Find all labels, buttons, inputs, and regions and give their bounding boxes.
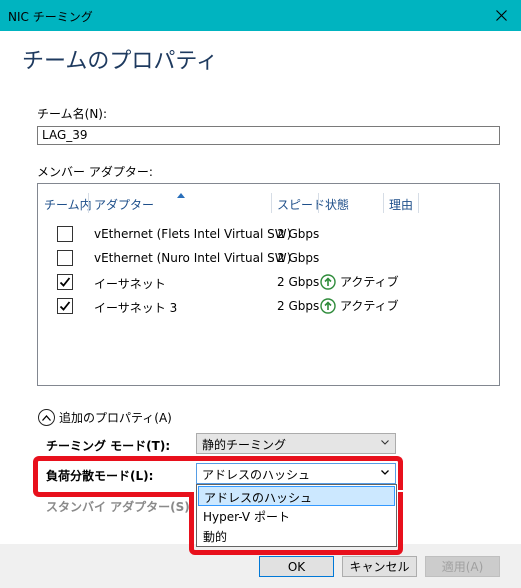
column-separator [418, 193, 419, 213]
checkmark-icon [59, 301, 71, 311]
up-arrow-circle-icon [320, 273, 336, 290]
standby-adapter-label: スタンバイ アダプター(S): [46, 500, 195, 514]
table-row[interactable]: イーサネット 3 2 Gbps アクティブ [38, 295, 499, 319]
additional-properties-label: 追加のプロパティ(A) [59, 411, 172, 425]
column-separator [88, 193, 89, 213]
cancel-button[interactable]: キャンセル [342, 556, 417, 577]
column-header-status[interactable]: 状態 [325, 196, 349, 213]
in-team-checkbox[interactable] [57, 250, 73, 266]
close-button[interactable] [481, 0, 521, 31]
ok-button[interactable]: OK [259, 556, 334, 577]
member-adapters-list[interactable]: チーム内 アダプター スピード 状態 理由 vEthernet (Flets I… [37, 183, 500, 386]
highlight-annotation [33, 487, 193, 497]
chevron-up-icon [38, 409, 55, 426]
adapter-name: vEthernet (Flets Intel Virtual SW) [94, 227, 292, 241]
adapter-speed: 2 Gbps [277, 251, 320, 265]
column-separator [383, 193, 384, 213]
highlight-annotation [33, 456, 403, 490]
in-team-checkbox[interactable] [57, 226, 73, 242]
column-separator [318, 193, 319, 213]
up-arrow-circle-icon [320, 297, 336, 314]
checkmark-icon [59, 277, 71, 287]
column-separator [271, 193, 272, 213]
adapter-name: vEthernet (Nuro Intel Virtual SW) [94, 251, 292, 265]
adapter-status: アクティブ [340, 299, 399, 313]
additional-properties-toggle[interactable]: 追加のプロパティ(A) [38, 409, 172, 426]
status-cell: アクティブ [320, 273, 399, 290]
adapter-name: イーサネット [94, 277, 166, 291]
list-header: チーム内 アダプター スピード 状態 理由 [38, 193, 499, 213]
title-bar: NIC チーミング [0, 0, 521, 31]
table-row[interactable]: イーサネット 2 Gbps アクティブ [38, 271, 499, 295]
highlight-annotation [189, 492, 403, 555]
in-team-checkbox[interactable] [57, 298, 73, 314]
sort-ascending-icon [177, 193, 185, 198]
chevron-down-icon [381, 440, 389, 445]
member-adapters-label: メンバー アダプター: [37, 165, 153, 179]
team-name-input[interactable]: LAG_39 [37, 126, 500, 145]
adapter-speed: 2 Gbps [277, 299, 320, 313]
table-row[interactable]: vEthernet (Flets Intel Virtual SW) 2 Gbp… [38, 223, 499, 247]
teaming-mode-select[interactable]: 静的チーミング [196, 433, 396, 454]
status-cell: アクティブ [320, 297, 399, 314]
adapter-speed: 2 Gbps [277, 227, 320, 241]
adapter-speed: 2 Gbps [277, 275, 320, 289]
in-team-checkbox[interactable] [57, 274, 73, 290]
close-icon [495, 10, 507, 21]
table-row[interactable]: vEthernet (Nuro Intel Virtual SW) 2 Gbps [38, 247, 499, 271]
teaming-mode-label: チーミング モード(T): [46, 439, 171, 453]
team-name-label: チーム名(N): [37, 107, 108, 121]
page-title: チームのプロパティ [22, 49, 219, 74]
column-header-reason[interactable]: 理由 [389, 196, 413, 213]
window-title: NIC チーミング [8, 10, 93, 24]
column-header-adapter[interactable]: アダプター [94, 196, 154, 213]
apply-button[interactable]: 適用(A) [425, 556, 500, 577]
adapter-name: イーサネット 3 [94, 301, 178, 315]
column-header-in-team[interactable]: チーム内 [44, 196, 92, 213]
adapter-status: アクティブ [340, 275, 399, 289]
teaming-mode-value: 静的チーミング [202, 438, 287, 452]
